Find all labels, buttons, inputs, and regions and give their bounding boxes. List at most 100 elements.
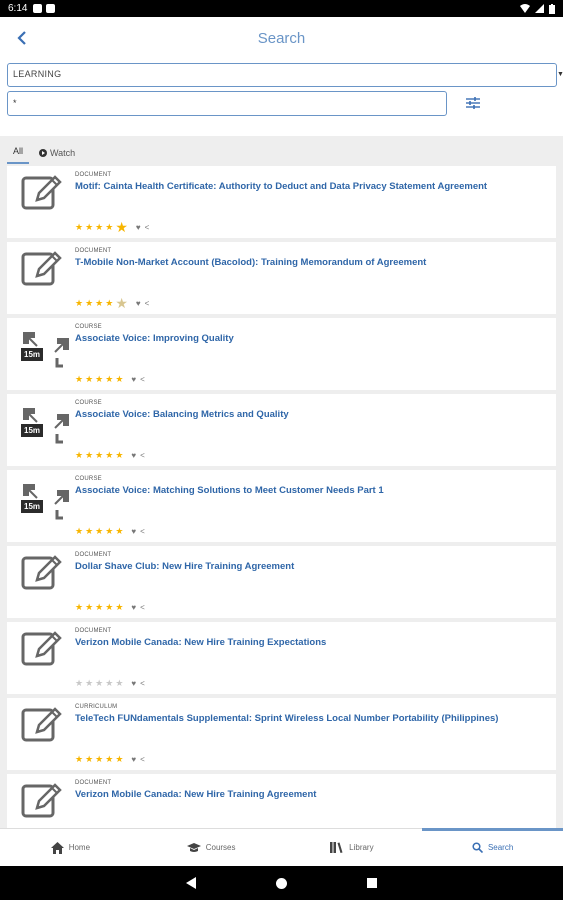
star-icon[interactable]: ★ (75, 450, 83, 460)
nav-home[interactable]: Home (0, 829, 141, 866)
item-title[interactable]: Associate Voice: Matching Solutions to M… (75, 484, 546, 497)
star-icon[interactable]: ★ (85, 450, 93, 460)
star-icon[interactable]: ★ (115, 450, 123, 460)
item-title[interactable]: Verizon Mobile Canada: New Hire Training… (75, 636, 546, 649)
star-rating[interactable]: ★ ★ ★ ★ ★ ♥ < (75, 602, 145, 612)
star-icon[interactable]: ★ (95, 450, 103, 460)
star-rating[interactable]: ★ ★ ★ ★ ★ ♥ < (75, 220, 150, 234)
share-icon[interactable]: < (145, 299, 150, 308)
star-icon[interactable]: ★ (105, 754, 113, 764)
list-item[interactable]: CURRICULUM TeleTech FUNdamentals Suppleme… (7, 698, 556, 770)
star-icon[interactable]: ★ (75, 678, 83, 688)
star-icon[interactable]: ★ (95, 754, 103, 764)
share-icon[interactable]: < (140, 527, 145, 536)
item-title[interactable]: TeleTech FUNdamentals Supplemental: Spri… (75, 712, 546, 725)
star-icon[interactable]: ★ (95, 602, 103, 612)
item-title[interactable]: Motif: Cainta Health Certificate: Author… (75, 180, 546, 193)
star-icon[interactable]: ★ (105, 222, 113, 232)
star-icon[interactable]: ★ (105, 374, 113, 384)
star-rating[interactable]: ★ ★ ★ ★ ★ ♥ < (75, 450, 145, 460)
category-select[interactable]: LEARNING (7, 63, 557, 87)
tab-watch[interactable]: Watch (33, 148, 81, 164)
star-icon[interactable]: ★ (105, 526, 113, 536)
star-icon[interactable]: ★ (115, 602, 123, 612)
share-icon[interactable]: < (140, 679, 145, 688)
heart-icon[interactable]: ♥ (131, 755, 136, 764)
list-item[interactable]: 15m COURSE Associate Voice: Balancing Metr… (7, 394, 556, 466)
recents-square-icon[interactable] (367, 878, 377, 888)
star-rating[interactable]: ★ ★ ★ ★ ★ ♥ < (75, 296, 150, 310)
star-icon[interactable]: ★ (105, 298, 113, 308)
list-item[interactable]: DOCUMENT Motif: Cainta Health Certificate… (7, 166, 556, 238)
list-item[interactable]: DOCUMENT Verizon Mobile Canada: New Hire … (7, 774, 556, 828)
home-circle-icon[interactable] (276, 877, 287, 889)
item-meta: CURRICULUM TeleTech FUNdamentals Suppleme… (75, 704, 546, 725)
star-rating[interactable]: ★ ★ ★ ★ ★ ♥ < (75, 374, 145, 384)
star-icon[interactable]: ★ (95, 374, 103, 384)
heart-icon[interactable]: ♥ (131, 451, 136, 460)
item-title[interactable]: Associate Voice: Improving Quality (75, 332, 546, 345)
star-icon[interactable]: ★ (115, 678, 123, 688)
back-triangle-icon[interactable] (186, 877, 196, 889)
star-icon[interactable]: ★ (95, 298, 103, 308)
item-type: CURRICULUM (75, 704, 118, 710)
star-icon[interactable]: ★ (95, 526, 103, 536)
heart-icon[interactable]: ♥ (131, 603, 136, 612)
sliders-icon (466, 97, 480, 109)
star-rating[interactable]: ★ ★ ★ ★ ★ ♥ < (75, 678, 145, 688)
star-icon[interactable]: ★ (85, 298, 93, 308)
share-icon[interactable]: < (140, 603, 145, 612)
star-icon[interactable]: ★ (105, 602, 113, 612)
heart-icon[interactable]: ♥ (136, 299, 141, 308)
item-title[interactable]: Verizon Mobile Canada: New Hire Training… (75, 788, 546, 801)
star-rating[interactable]: ★ ★ ★ ★ ★ ♥ < (75, 754, 145, 764)
star-icon[interactable]: ★ (105, 450, 113, 460)
heart-icon[interactable]: ♥ (136, 223, 141, 232)
star-icon[interactable]: ★ (85, 602, 93, 612)
nav-search[interactable]: Search (422, 828, 563, 866)
star-icon[interactable]: ★ (115, 296, 128, 310)
filter-settings-button[interactable] (465, 96, 485, 114)
star-rating[interactable]: ★ ★ ★ ★ ★ ♥ < (75, 526, 145, 536)
star-icon[interactable]: ★ (115, 754, 123, 764)
star-icon[interactable]: ★ (85, 222, 93, 232)
document-edit-icon (21, 248, 65, 292)
star-icon[interactable]: ★ (75, 298, 83, 308)
item-title[interactable]: Associate Voice: Balancing Metrics and Q… (75, 408, 546, 421)
list-item[interactable]: DOCUMENT Dollar Shave Club: New Hire Trai… (7, 546, 556, 618)
list-item[interactable]: DOCUMENT T-Mobile Non-Market Account (Bac… (7, 242, 556, 314)
star-icon[interactable]: ★ (75, 602, 83, 612)
star-icon[interactable]: ★ (105, 678, 113, 688)
star-icon[interactable]: ★ (75, 526, 83, 536)
star-icon[interactable]: ★ (95, 222, 103, 232)
tab-all[interactable]: All (7, 146, 30, 164)
nav-courses[interactable]: Courses (141, 829, 282, 866)
share-icon[interactable]: < (140, 755, 145, 764)
list-item[interactable]: DOCUMENT Verizon Mobile Canada: New Hire … (7, 622, 556, 694)
star-icon[interactable]: ★ (85, 374, 93, 384)
star-icon[interactable]: ★ (115, 526, 123, 536)
share-icon[interactable]: < (140, 375, 145, 384)
star-icon[interactable]: ★ (85, 678, 93, 688)
search-input[interactable]: * (7, 91, 447, 116)
heart-icon[interactable]: ♥ (131, 375, 136, 384)
nav-library[interactable]: Library (282, 829, 423, 866)
list-item[interactable]: 15m COURSE Associate Voice: Matching Solut… (7, 470, 556, 542)
star-icon[interactable]: ★ (85, 754, 93, 764)
item-title[interactable]: Dollar Shave Club: New Hire Training Agr… (75, 560, 546, 573)
back-button[interactable] (10, 25, 34, 51)
star-icon[interactable]: ★ (115, 374, 123, 384)
star-icon[interactable]: ★ (115, 220, 128, 234)
list-item[interactable]: 15m COURSE Associate Voice: Improving Qual… (7, 318, 556, 390)
star-icon[interactable]: ★ (85, 526, 93, 536)
star-icon[interactable]: ★ (95, 678, 103, 688)
item-meta: DOCUMENT Dollar Shave Club: New Hire Trai… (75, 552, 546, 573)
item-title[interactable]: T-Mobile Non-Market Account (Bacolod): T… (75, 256, 546, 269)
share-icon[interactable]: < (140, 451, 145, 460)
heart-icon[interactable]: ♥ (131, 527, 136, 536)
star-icon[interactable]: ★ (75, 222, 83, 232)
star-icon[interactable]: ★ (75, 374, 83, 384)
heart-icon[interactable]: ♥ (131, 679, 136, 688)
share-icon[interactable]: < (145, 223, 150, 232)
star-icon[interactable]: ★ (75, 754, 83, 764)
